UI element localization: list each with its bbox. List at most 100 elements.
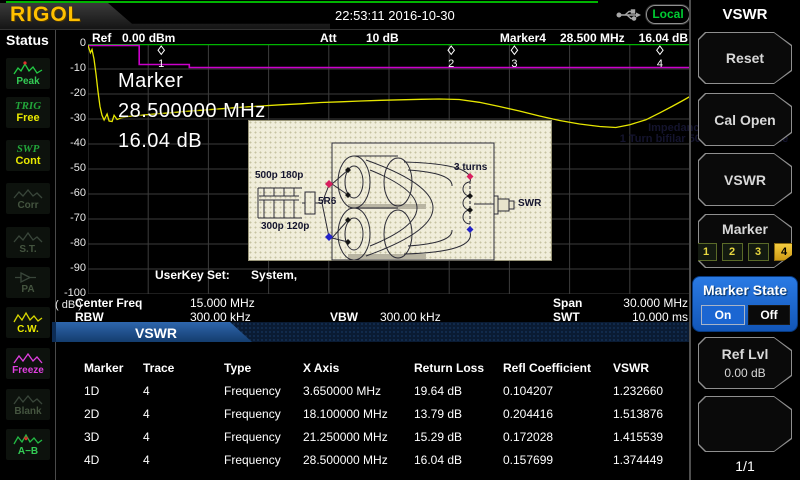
y-axis-tick: -40 — [56, 137, 86, 149]
reset-button[interactable]: Reset — [698, 32, 792, 84]
swp-label: SWP — [17, 144, 40, 155]
svg-text:3: 3 — [511, 58, 517, 70]
status-corr-label: Corr — [17, 201, 38, 211]
attenuation-label: Att — [320, 31, 337, 45]
status-blank-label: Blank — [14, 407, 41, 417]
waveform-peak-icon — [13, 61, 43, 76]
span-label: Span — [553, 296, 582, 310]
marker-overlay: Marker 28.500000 MHz 16.04 dB — [118, 70, 266, 160]
ref-level-value: 0.00 dBm — [122, 31, 175, 45]
ref-level-label: Ref — [92, 31, 111, 45]
clock: 22:53:11 2016-10-30 — [335, 8, 455, 23]
col-type: Type — [224, 361, 251, 375]
waveform-blank-icon — [13, 393, 43, 406]
svg-text:4: 4 — [657, 58, 663, 70]
menu-title: VSWR — [690, 6, 800, 23]
ref-lvl-button[interactable]: Ref Lvl 0.00 dB — [698, 337, 792, 389]
inset-turns-label: 3 turns — [454, 162, 487, 173]
inset-resistor-label: 5R6 — [318, 196, 336, 207]
svg-text:2: 2 — [448, 58, 454, 70]
y-axis-tick: -80 — [56, 237, 86, 249]
status-trigger: TRIG Free — [6, 97, 50, 128]
center-freq-value: 15.000 MHz — [190, 296, 255, 310]
marker-3-button[interactable]: 3 — [748, 243, 769, 261]
y-axis-tick: -90 — [56, 262, 86, 274]
waveform-st-icon — [13, 231, 43, 244]
status-cw: C.W. — [6, 307, 50, 338]
waveform-corr-icon — [13, 187, 43, 200]
vswr-button[interactable]: VSWR — [698, 153, 792, 206]
cal-open-button[interactable]: Cal Open — [698, 93, 792, 146]
y-axis-tick: -20 — [56, 87, 86, 99]
marker-4-button[interactable]: 4 — [774, 243, 795, 261]
col-trace: Trace — [143, 361, 174, 375]
top-accent-line — [6, 1, 598, 3]
waveform-cw-icon — [13, 311, 43, 324]
menu-divider — [689, 0, 691, 480]
status-peak: Peak — [6, 58, 50, 89]
top-bar-edge — [0, 29, 690, 30]
col-xaxis: X Axis — [303, 361, 339, 375]
status-st: S.T. — [6, 227, 50, 258]
marker-button[interactable]: Marker 1 2 3 4 — [698, 214, 792, 268]
empty-softkey[interactable] — [698, 396, 792, 452]
marker-state-off[interactable]: Off — [748, 305, 790, 325]
status-ab-label: A−B — [18, 447, 38, 457]
y-axis-tick: -50 — [56, 162, 86, 174]
waveform-freeze-icon — [13, 352, 43, 365]
schematic-drawing — [248, 120, 552, 261]
y-axis-tick: -10 — [56, 62, 86, 74]
col-marker: Marker — [84, 361, 123, 375]
preamp-icon — [13, 271, 43, 284]
marker-state-on[interactable]: On — [701, 305, 745, 325]
marker-2-button[interactable]: 2 — [722, 243, 743, 261]
top-bar: RIGOL 22:53:11 2016-10-30 Local — [0, 0, 800, 30]
svg-text:1: 1 — [158, 58, 164, 70]
schematic-inset: Impedance ratio 9 ÷ 1 1 Turn bifilar 50 … — [248, 120, 552, 261]
trig-mode: Free — [16, 113, 39, 124]
banner-title: VSWR — [135, 325, 177, 341]
y-axis-tick: -30 — [56, 112, 86, 124]
status-freeze: Freeze — [6, 348, 50, 379]
attenuation-value: 10 dB — [366, 31, 399, 45]
inset-output-label: SWR — [518, 198, 541, 209]
marker-readout-amp: 16.04 dB — [639, 31, 688, 45]
ref-lvl-value: 0.00 dB — [724, 366, 765, 380]
marker-state-label: Marker State — [693, 282, 797, 298]
center-freq-label: Center Freq — [75, 296, 142, 310]
status-cw-label: C.W. — [17, 325, 39, 335]
userkey-label: UserKey Set: — [155, 268, 230, 282]
menu-page-indicator: 1/1 — [698, 458, 792, 474]
marker-number-row: 1 2 3 4 — [696, 243, 795, 261]
y-axis-labels: 0-10-20-30-40-50-60-70-80-90-100 — [56, 0, 86, 310]
status-sweep: SWP Cont — [6, 140, 50, 171]
marker-readout-label: Marker4 — [500, 31, 546, 45]
usb-icon — [616, 8, 642, 27]
status-freeze-label: Freeze — [12, 366, 44, 376]
userkey-value: System, — [251, 268, 297, 282]
inset-cap-bottom-label: 300p 120p — [261, 221, 309, 232]
local-mode-badge[interactable]: Local — [646, 5, 690, 24]
y-axis-tick: 0 — [56, 37, 86, 49]
col-refl-coeff: Refl Coefficient — [503, 361, 591, 375]
status-pa: PA — [6, 267, 50, 298]
marker-1-button[interactable]: 1 — [696, 243, 717, 261]
marker-overlay-amp: 16.04 dB — [118, 130, 266, 153]
col-return-loss: Return Loss — [414, 361, 484, 375]
inset-cap-top-label: 500p 180p — [255, 170, 303, 181]
y-axis-tick: -70 — [56, 212, 86, 224]
marker-state-button[interactable]: Marker State On Off — [692, 276, 798, 332]
marker-overlay-title: Marker — [118, 70, 266, 93]
y-axis-tick: -60 — [56, 187, 86, 199]
instrument-screen: RIGOL 22:53:11 2016-10-30 Local Status — [0, 0, 800, 480]
userkey-note: UserKey Set: System, — [155, 268, 297, 282]
status-pa-label: PA — [21, 285, 34, 295]
trig-label: TRIG — [15, 101, 41, 112]
sweep-mode: Cont — [15, 156, 40, 167]
marker-overlay-freq: 28.500000 MHz — [118, 100, 266, 123]
status-corr: Corr — [6, 183, 50, 214]
status-peak-label: Peak — [16, 77, 39, 87]
function-banner: VSWR — [52, 322, 690, 342]
waveform-ab-icon — [13, 433, 43, 446]
span-value: 30.000 MHz — [623, 296, 688, 310]
